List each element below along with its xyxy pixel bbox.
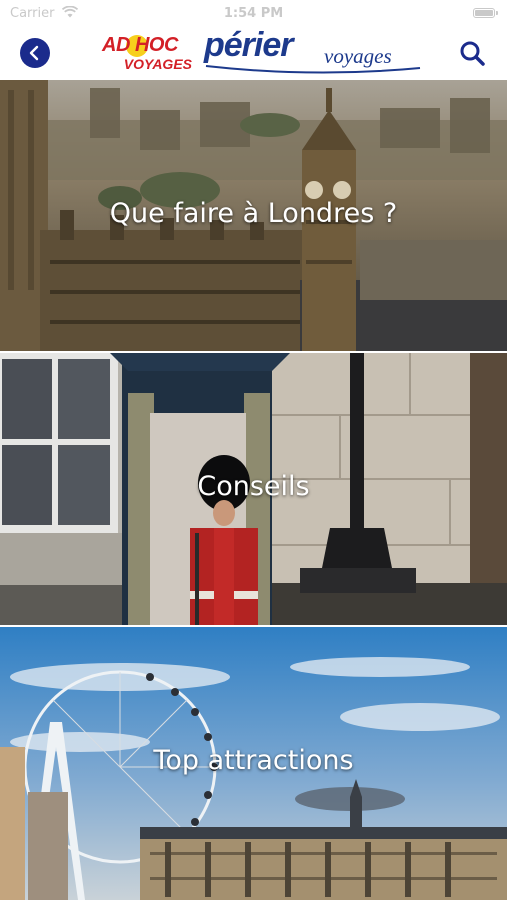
perier-voyages-logo: périer voyages — [204, 26, 424, 76]
search-button[interactable] — [457, 38, 487, 68]
card-tips[interactable]: Conseils — [0, 353, 507, 625]
card-title: Conseils — [197, 471, 310, 502]
search-icon — [460, 41, 485, 66]
card-what-to-do[interactable]: Que faire à Londres ? — [0, 80, 507, 351]
battery-icon — [473, 8, 498, 18]
card-top-attractions[interactable]: Top attractions — [0, 627, 507, 900]
back-button[interactable] — [20, 38, 50, 68]
logo-swoosh-icon — [205, 65, 421, 74]
logo-adhoc-text: AD HOC — [102, 34, 178, 56]
card-title: Que faire à Londres ? — [109, 198, 398, 229]
chevron-left-icon — [29, 45, 39, 61]
status-bar: Carrier 1:54 PM — [0, 0, 507, 28]
card-title: Top attractions — [153, 745, 354, 776]
status-time: 1:54 PM — [223, 6, 284, 21]
nav-header: AD HOC VOYAGES périer voyages — [0, 26, 507, 80]
adhoc-voyages-logo: AD HOC VOYAGES — [86, 34, 194, 74]
logo-adhoc-voyages-text: VOYAGES — [123, 56, 192, 72]
logo-perier-text: périer — [204, 26, 293, 64]
